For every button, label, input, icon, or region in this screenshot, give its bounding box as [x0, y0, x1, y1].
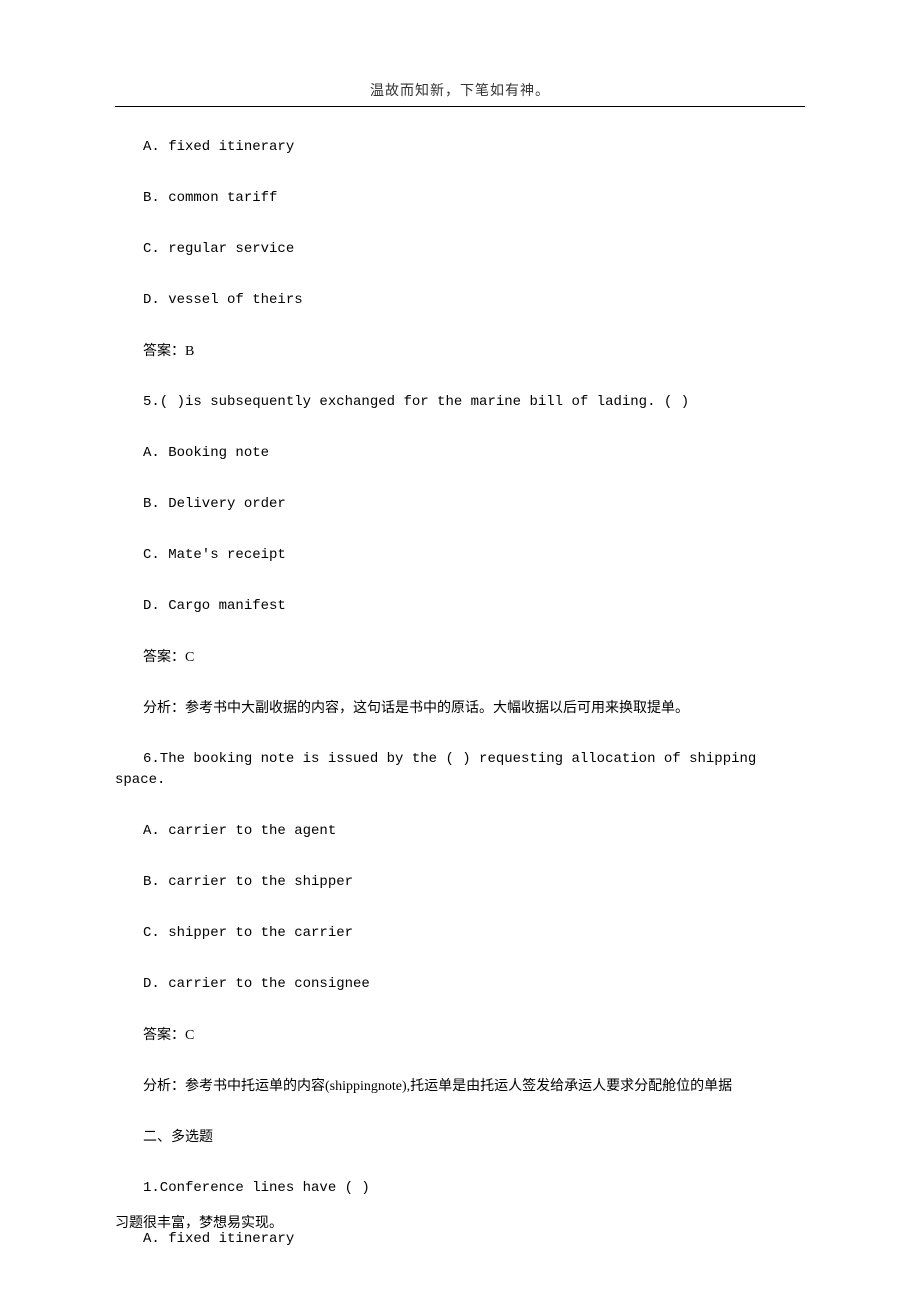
- document-page: 温故而知新，下笔如有神。 A. fixed itinerary B. common…: [0, 0, 920, 1250]
- page-header-title: 温故而知新，下笔如有神。: [115, 80, 805, 100]
- body-paragraph: A. carrier to the agent: [115, 821, 805, 842]
- body-paragraph: B. Delivery order: [115, 494, 805, 515]
- page-footer: 习题很丰富，梦想易实现。: [115, 1212, 283, 1232]
- document-body: A. fixed itinerary B. common tariff C. reg…: [115, 137, 805, 1250]
- body-paragraph: 6.The booking note is issued by the ( ) …: [115, 749, 805, 791]
- body-paragraph: 二、多选题: [115, 1127, 805, 1148]
- body-paragraph: 1.Conference lines have ( ): [115, 1178, 805, 1199]
- body-paragraph: C. shipper to the carrier: [115, 923, 805, 944]
- body-paragraph: A. fixed itinerary: [115, 137, 805, 158]
- body-paragraph: B. common tariff: [115, 188, 805, 209]
- body-paragraph: D. carrier to the consignee: [115, 974, 805, 995]
- body-paragraph: 答案：B: [115, 341, 805, 362]
- body-paragraph: D. vessel of theirs: [115, 290, 805, 311]
- body-paragraph: A. Booking note: [115, 443, 805, 464]
- body-paragraph: 答案：C: [115, 647, 805, 668]
- body-paragraph: 分析：参考书中大副收据的内容，这句话是书中的原话。大幅收据以后可用来换取提单。: [115, 698, 805, 719]
- body-paragraph: B. carrier to the shipper: [115, 872, 805, 893]
- body-paragraph: 5.( )is subsequently exchanged for the m…: [115, 392, 805, 413]
- body-paragraph: A. fixed itinerary: [115, 1229, 805, 1250]
- header-divider: [115, 106, 805, 107]
- body-paragraph: 答案：C: [115, 1025, 805, 1046]
- body-paragraph: D. Cargo manifest: [115, 596, 805, 617]
- body-paragraph: C. regular service: [115, 239, 805, 260]
- body-paragraph: C. Mate's receipt: [115, 545, 805, 566]
- body-paragraph: 分析：参考书中托运单的内容(shippingnote),托运单是由托运人签发给承…: [115, 1076, 805, 1097]
